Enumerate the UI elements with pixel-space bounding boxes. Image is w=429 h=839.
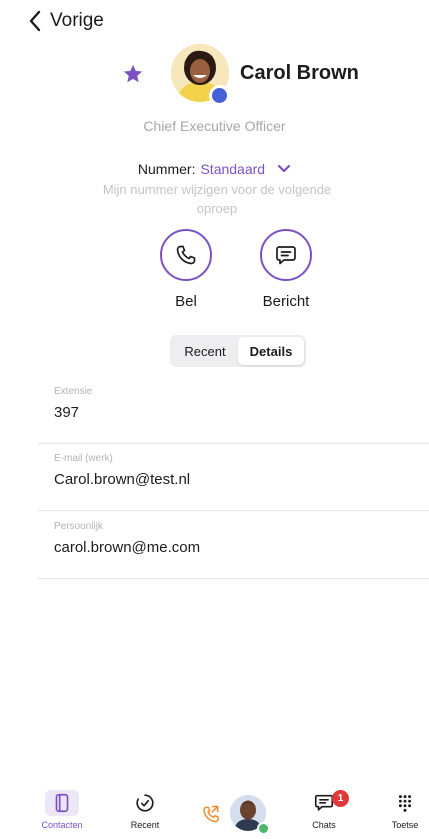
detail-row-extension[interactable]: Extensie 397 — [38, 378, 429, 444]
detail-label: E-mail (werk) — [54, 453, 113, 464]
tab-contacts[interactable]: Contacten — [27, 790, 97, 839]
chevron-down-icon[interactable] — [277, 164, 291, 174]
tab-label: Contacten — [41, 820, 83, 830]
my-presence-indicator — [257, 822, 270, 835]
detail-value: carol.brown@me.com — [54, 539, 201, 556]
contacts-icon-wrap — [45, 790, 79, 816]
tab-keypad[interactable]: Toetse — [370, 790, 429, 839]
contacts-book-icon — [55, 793, 69, 813]
phone-icon — [176, 245, 196, 265]
tab-label: Recent — [130, 820, 160, 830]
active-call-icon[interactable] — [201, 804, 221, 824]
number-value[interactable]: Standaard — [200, 161, 265, 177]
tab-recent[interactable]: Recent — [110, 790, 180, 839]
recent-icon-wrap — [132, 790, 158, 816]
tab-label: Chats — [312, 820, 336, 830]
message-icon — [276, 246, 296, 265]
number-hint: Mijn nummer wijzigen voor de volgende op… — [102, 182, 332, 216]
segment-details[interactable]: Details — [238, 337, 304, 365]
tab-chats[interactable]: 1 Chats — [289, 790, 359, 839]
message-button[interactable]: Bericht — [246, 229, 326, 317]
keypad-icon-wrap — [392, 790, 418, 816]
job-title: Chief Executive Officer — [143, 118, 286, 134]
presence-indicator — [209, 85, 230, 106]
segment-recent[interactable]: Recent — [172, 337, 238, 365]
unread-badge: 1 — [332, 790, 349, 807]
detail-row-work-email[interactable]: E-mail (werk) Carol.brown@test.nl — [38, 445, 429, 511]
tab-label: Toetse — [391, 820, 419, 830]
detail-row-personal-email[interactable]: Persoonlijk carol.brown@me.com — [38, 513, 429, 579]
recent-clock-icon — [136, 794, 154, 812]
detail-label: Persoonlijk — [54, 521, 103, 532]
contact-header: Carol Brown — [0, 44, 429, 108]
call-label: Bel — [175, 293, 197, 310]
number-selector[interactable]: Nummer: Standaard — [0, 161, 429, 177]
message-button-circle[interactable] — [260, 229, 312, 281]
detail-label: Extensie — [54, 386, 93, 397]
call-button-circle[interactable] — [160, 229, 212, 281]
message-label: Bericht — [262, 293, 310, 310]
chevron-left-icon — [29, 10, 41, 32]
detail-value: 397 — [54, 404, 80, 421]
contact-name: Carol Brown — [240, 62, 359, 84]
detail-value: Carol.brown@test.nl — [54, 471, 191, 488]
back-label: Vorige — [50, 10, 104, 31]
keypad-icon — [398, 795, 412, 812]
star-icon[interactable] — [122, 63, 144, 85]
segmented-control: Recent Details — [170, 335, 306, 367]
number-label: Nummer: — [137, 161, 196, 177]
call-button[interactable]: Bel — [146, 229, 226, 317]
back-button[interactable]: Vorige — [28, 8, 104, 34]
